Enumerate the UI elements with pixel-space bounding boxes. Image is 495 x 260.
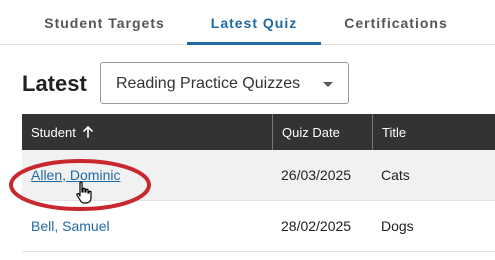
column-header-quiz-date-label: Quiz Date <box>282 124 340 140</box>
quiz-type-dropdown[interactable]: Reading Practice Quizzes <box>100 62 349 104</box>
tab-bar: Student Targets Latest Quiz Certificatio… <box>0 0 495 45</box>
tab-certifications[interactable]: Certifications <box>321 0 471 45</box>
sort-ascending-arrow-icon <box>83 126 93 138</box>
column-header-title-label: Title <box>382 124 407 140</box>
quiz-date-cell: 26/03/2025 <box>281 167 352 183</box>
table-row: Bell, Samuel 28/02/2025 Dogs <box>22 201 495 252</box>
section-title: Latest <box>22 71 87 96</box>
student-link[interactable]: Bell, Samuel <box>31 218 110 234</box>
dropdown-caret-icon <box>323 82 333 87</box>
quiz-date-cell: 28/02/2025 <box>281 218 352 234</box>
column-header-title[interactable]: Title <box>372 114 495 150</box>
tab-student-targets[interactable]: Student Targets <box>22 0 187 45</box>
column-header-quiz-date[interactable]: Quiz Date <box>272 114 372 150</box>
table-header: Student Quiz Date Title <box>22 114 495 150</box>
title-cell: Dogs <box>381 218 414 234</box>
column-header-student[interactable]: Student <box>22 114 272 150</box>
title-cell: Cats <box>381 167 410 183</box>
hand-pointer-cursor-icon <box>76 181 92 204</box>
tab-latest-quiz[interactable]: Latest Quiz <box>187 0 321 45</box>
student-cell: Bell, Samuel <box>31 201 110 251</box>
column-header-student-label: Student <box>31 124 76 140</box>
quiz-type-selected-value: Reading Practice Quizzes <box>116 75 301 92</box>
active-tab-indicator <box>187 42 321 45</box>
